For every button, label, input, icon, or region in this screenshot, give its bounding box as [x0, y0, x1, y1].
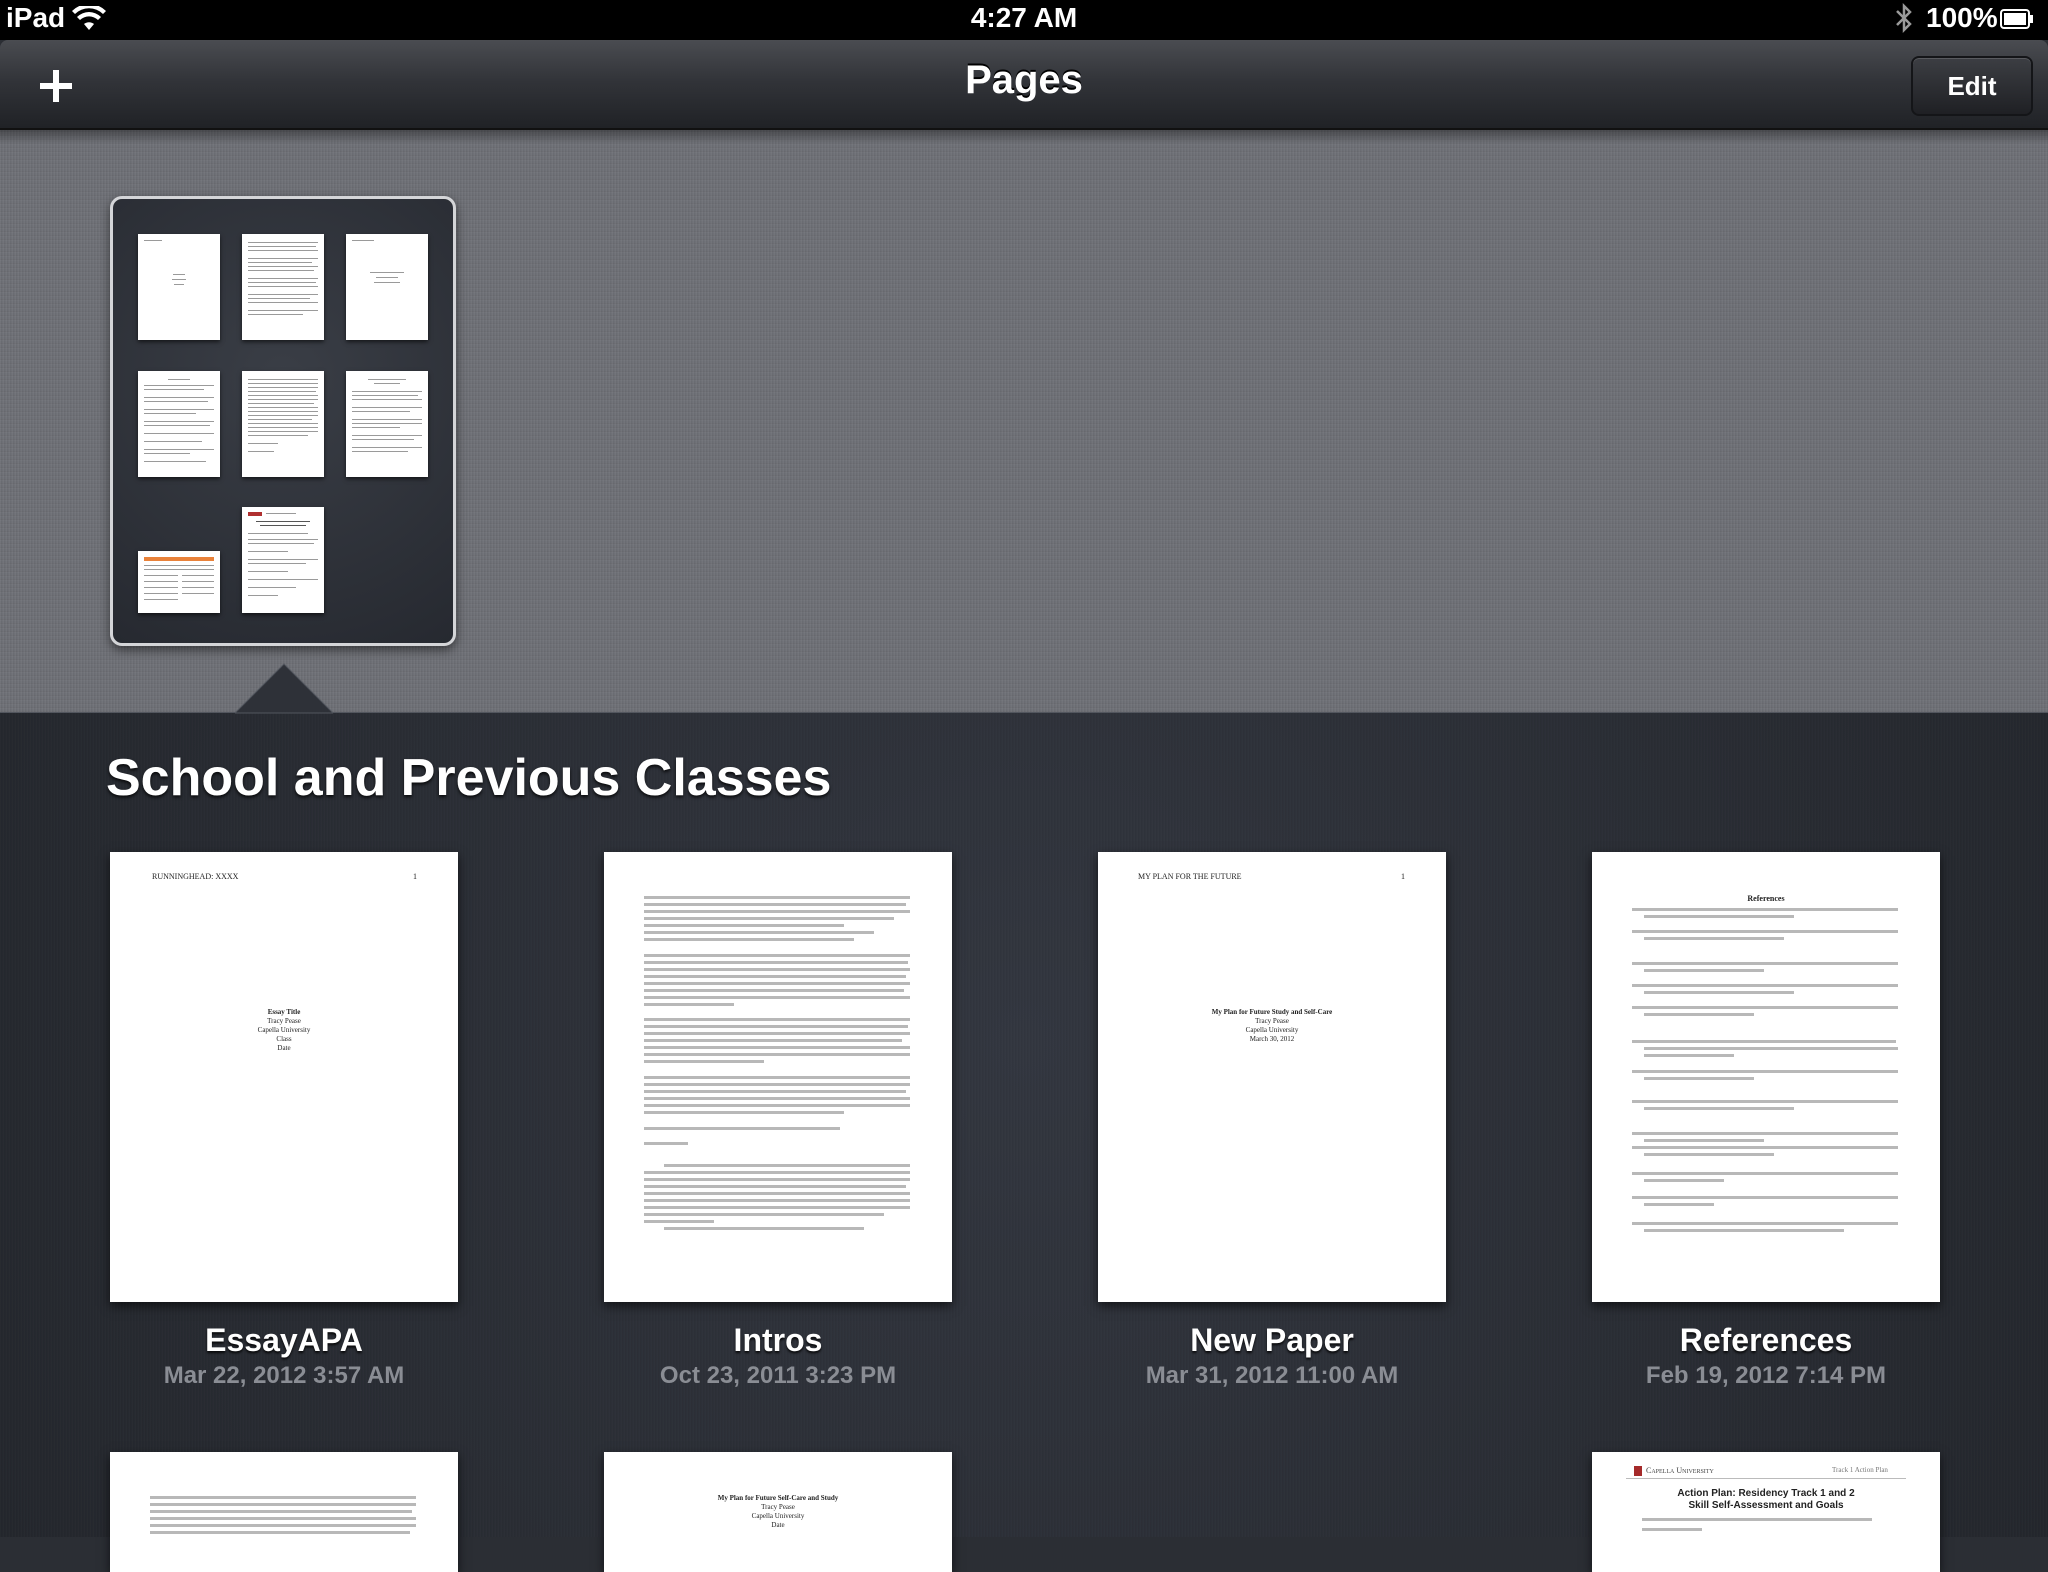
document-date: Feb 19, 2012 7:14 PM: [1645, 1362, 1887, 1389]
status-time: 4:27 AM: [970, 2, 1078, 33]
thumbnail-tag: Track 1 Action Plan: [1832, 1466, 1888, 1474]
thumbnail-title-line: Tracy Pease: [267, 1017, 301, 1025]
document-date: Oct 23, 2011 3:23 PM: [659, 1362, 897, 1389]
thumbnail-title-line: Capella University: [1245, 1026, 1299, 1034]
document-thumbnail[interactable]: [604, 852, 952, 1302]
thumbnail-title-line: Tracy Pease: [761, 1503, 795, 1511]
thumbnail-header-right: 1: [413, 872, 417, 881]
thumbnail-heading: Skill Self-Assessment and Goals: [1688, 1500, 1844, 1511]
status-bar: iPad 4:27 AM 100%: [0, 0, 2048, 40]
navigation-bar: Pages Edit: [0, 40, 2048, 130]
folder-mini-page: [242, 371, 324, 477]
battery-icon: [2000, 9, 2034, 29]
battery-percentage: 100%: [1926, 2, 1998, 33]
thumbnail-title-line: Tracy Pease: [1255, 1017, 1289, 1025]
edit-button[interactable]: Edit: [1911, 56, 2033, 116]
document-thumbnail[interactable]: References: [1592, 852, 1940, 1302]
folder-mini-page: [138, 371, 220, 477]
open-folder-preview[interactable]: [110, 196, 456, 646]
thumbnail-title-line: Date: [771, 1521, 785, 1529]
thumbnail-title-line: My Plan for Future Self-Care and Study: [717, 1494, 839, 1502]
document-name[interactable]: New Paper: [1048, 1322, 1496, 1359]
folder-title[interactable]: School and Previous Classes: [106, 748, 831, 808]
document-thumbnail[interactable]: My Plan for Future Self-Care and Study T…: [604, 1452, 952, 1572]
thumbnail-title-line: My Plan for Future Study and Self-Care: [1211, 1008, 1333, 1016]
thumbnail-header-right: 1: [1401, 872, 1405, 881]
thumbnail-heading: References: [1747, 894, 1785, 903]
thumbnail-title-line: Capella University: [751, 1512, 805, 1520]
thumbnail-title-line: March 30, 2012: [1249, 1035, 1295, 1043]
document-thumbnail[interactable]: MY PLAN FOR THE FUTURE 1 My Plan for Fut…: [1098, 852, 1446, 1302]
document-thumbnail[interactable]: [110, 1452, 458, 1572]
document-date: Mar 31, 2012 11:00 AM: [1145, 1362, 1399, 1389]
document-name[interactable]: Intros: [554, 1322, 1002, 1359]
capella-logo-icon: [1634, 1466, 1642, 1476]
thumbnail-brand: Capella University: [1646, 1466, 1714, 1475]
document-name[interactable]: EssayAPA: [60, 1322, 508, 1359]
document-name[interactable]: References: [1542, 1322, 1990, 1359]
page-title: Pages: [965, 58, 1083, 102]
document-thumbnail[interactable]: RUNNINGHEAD: XXXX 1 Essay Title Tracy Pe…: [110, 852, 458, 1302]
thumbnail-title-line: Class: [276, 1035, 292, 1043]
folder-mini-page: [138, 551, 220, 613]
folder-mini-page: [346, 371, 428, 477]
thumbnail-title-line: Date: [277, 1044, 291, 1052]
document-date: Mar 22, 2012 3:57 AM: [163, 1362, 405, 1389]
thumbnail-heading: Action Plan: Residency Track 1 and 2: [1677, 1488, 1855, 1499]
thumbnail-title-line: Capella University: [257, 1026, 311, 1034]
document-thumbnail[interactable]: Capella University Track 1 Action Plan A…: [1592, 1452, 1940, 1572]
thumbnail-header-left: RUNNINGHEAD: XXXX: [152, 872, 239, 881]
thumbnail-title-line: Essay Title: [267, 1008, 301, 1016]
folder-pointer-arrow: [235, 663, 333, 714]
folder-mini-page: [346, 234, 428, 340]
folder-mini-page: [242, 234, 324, 340]
folder-mini-page: [138, 234, 220, 340]
thumbnail-header-left: MY PLAN FOR THE FUTURE: [1138, 872, 1242, 881]
folder-mini-page: [242, 507, 324, 613]
bluetooth-icon: [1894, 2, 1914, 38]
